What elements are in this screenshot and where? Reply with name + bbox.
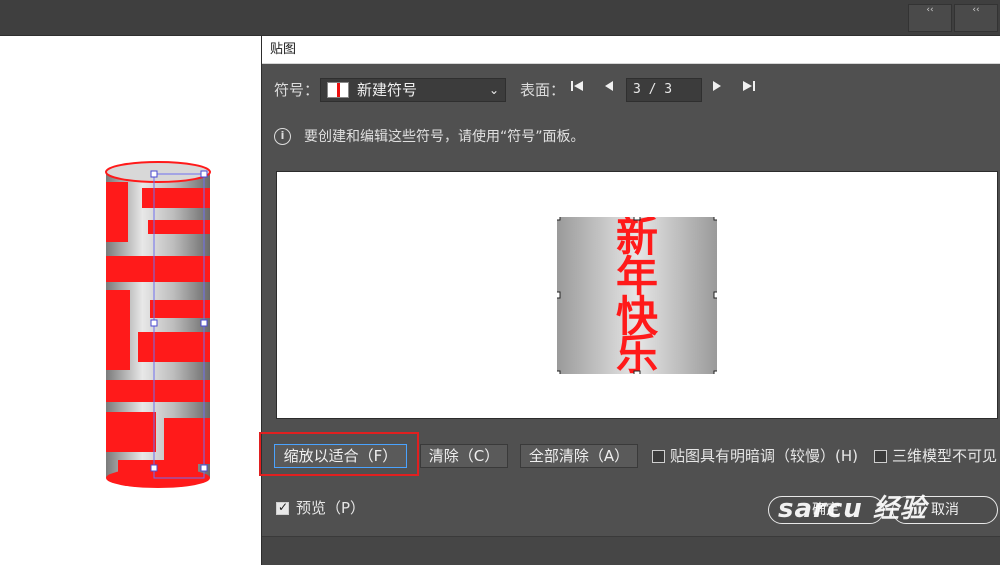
selection-handle[interactable] xyxy=(633,217,641,221)
invisible-geometry-checkbox[interactable] xyxy=(874,450,887,463)
preview-label: 预览（P） xyxy=(296,499,366,517)
symbol-dropdown-value: 新建符号 xyxy=(357,81,418,99)
surface-page-field[interactable]: 3 / 3 xyxy=(626,78,702,102)
map-art-dialog: 贴图 符号： 新建符号 ⌄ 表面： 3 / 3 i 要创建和编辑这些符号，请使用… xyxy=(261,36,1000,565)
selection-handle[interactable] xyxy=(713,370,717,374)
symbol-artwork[interactable]: 新 年 快 乐 xyxy=(557,217,717,374)
artwork-preview[interactable]: 新 年 快 乐 xyxy=(276,171,998,419)
app-topbar: ‹‹ ‹‹ xyxy=(0,0,1000,36)
collapse-panels-button[interactable]: ‹‹ xyxy=(954,4,998,32)
watermark-logo: sarcu 经验 xyxy=(778,494,927,524)
selection-handle[interactable] xyxy=(633,370,641,374)
selection-handle[interactable] xyxy=(713,291,717,299)
symbol-label: 符号： xyxy=(274,81,320,99)
invisible-geometry-label: 三维模型不可见 xyxy=(892,447,998,465)
selection-handle[interactable] xyxy=(557,217,561,221)
selection-handle[interactable] xyxy=(557,291,561,299)
info-text: 要创建和编辑这些符号，请使用“符号”面板。 xyxy=(304,129,585,145)
collapse-panels-button[interactable]: ‹‹ xyxy=(908,4,952,32)
highlight-annotation xyxy=(259,432,419,476)
selection-handle[interactable] xyxy=(713,217,717,221)
last-page-icon[interactable] xyxy=(740,78,758,102)
dialog-footer-strip xyxy=(262,536,1000,565)
clear-button[interactable]: 清除（C） xyxy=(420,444,508,468)
shade-artwork-label: 贴图具有明暗调（较慢）(H) xyxy=(670,447,858,465)
dialog-title: 贴图 xyxy=(262,36,1000,64)
symbol-row: 符号： 新建符号 ⌄ 表面： 3 / 3 xyxy=(262,76,1000,106)
info-row: i 要创建和编辑这些符号，请使用“符号”面板。 xyxy=(274,126,994,148)
info-icon: i xyxy=(274,128,291,145)
selection-handle[interactable] xyxy=(557,370,561,374)
chevron-down-icon: ⌄ xyxy=(488,83,499,97)
symbol-dropdown[interactable]: 新建符号 ⌄ xyxy=(320,78,506,102)
surface-label: 表面： xyxy=(520,81,566,99)
art-text-4: 乐 xyxy=(616,330,658,374)
prev-page-icon[interactable] xyxy=(600,78,618,102)
cylinder-3d-object[interactable] xyxy=(98,160,218,490)
next-page-icon[interactable] xyxy=(708,78,726,102)
preview-checkbox[interactable] xyxy=(276,500,289,515)
first-page-icon[interactable] xyxy=(568,78,586,102)
shade-artwork-checkbox[interactable] xyxy=(652,450,665,463)
symbol-swatch-icon xyxy=(327,82,349,98)
clear-all-button[interactable]: 全部清除（A） xyxy=(520,444,638,468)
